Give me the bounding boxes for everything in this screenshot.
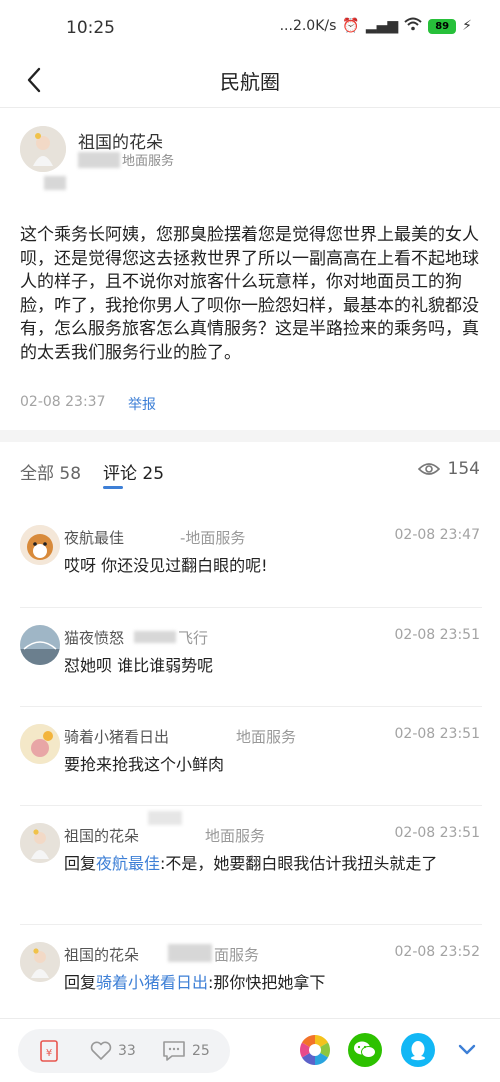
comment-text: 怼她呗 谁比谁弱势呢	[64, 656, 214, 675]
comment-text: 哎呀 你还没见过翻白眼的呢!	[64, 556, 268, 575]
active-tab-indicator	[103, 486, 123, 489]
commenter-avatar[interactable]	[20, 942, 60, 982]
wechat-icon	[354, 1041, 376, 1058]
commenter-name[interactable]: 祖国的花朵	[64, 825, 139, 846]
commenter-avatar[interactable]	[20, 525, 60, 565]
signal-icon: ▂▄▆	[365, 18, 399, 34]
comment-count: 25	[192, 1043, 210, 1059]
commenter-tag: 面服务	[214, 946, 260, 964]
commenter-name[interactable]: 祖国的花朵	[64, 944, 139, 965]
action-pill: ¥ 33 25	[18, 1029, 230, 1073]
reply-prefix: 回复	[64, 973, 97, 992]
heart-icon	[90, 1041, 112, 1060]
wifi-icon	[404, 17, 422, 35]
comment-timestamp: 02-08 23:52	[394, 944, 480, 960]
tab-all[interactable]: 全部 58	[20, 459, 81, 484]
share-qq-button[interactable]	[401, 1033, 435, 1067]
moments-icon	[299, 1035, 331, 1065]
svg-text:¥: ¥	[46, 1048, 52, 1059]
comment-text: 回复夜航最佳:不是，她要翻白眼我估计我扭头就走了	[64, 853, 482, 875]
commenter-tag: 飞行	[178, 629, 209, 647]
author-tag: 地面服务	[122, 154, 175, 169]
commenter-name[interactable]: 猫夜愤怒	[64, 627, 124, 648]
status-bar: 10:25 ...2.0K/s ⏰ ▂▄▆ 89 ⚡	[0, 0, 500, 52]
nav-bar: 民航圈	[0, 52, 500, 108]
report-link[interactable]: 举报	[128, 394, 156, 414]
red-envelope-icon: ¥	[40, 1040, 58, 1062]
view-count: 154	[417, 459, 480, 479]
status-time: 10:25	[66, 18, 115, 38]
redacted-block	[44, 176, 66, 190]
share-moments-button[interactable]	[298, 1033, 332, 1067]
mention-link[interactable]: 骑着小猪看日出	[96, 973, 208, 992]
comment-text: 要抢来抢我这个小鲜肉	[64, 755, 225, 774]
comment-button[interactable]: 25	[162, 1029, 210, 1073]
reply-body: :那你快把她拿下	[208, 973, 326, 992]
commenter-avatar[interactable]	[20, 724, 60, 764]
commenter-tag: 地面服务	[205, 827, 266, 845]
author-avatar[interactable]	[20, 126, 66, 172]
comment-divider	[20, 607, 482, 608]
battery-indicator: 89	[428, 18, 457, 34]
like-count: 33	[118, 1043, 136, 1059]
comment-divider	[20, 924, 482, 925]
commenter-avatar[interactable]	[20, 625, 60, 665]
bottom-action-bar: ¥ 33 25	[0, 1018, 500, 1082]
commenter-name[interactable]: 骑着小猪看日出	[64, 726, 169, 747]
share-wechat-button[interactable]	[348, 1033, 382, 1067]
redacted-block	[148, 811, 182, 825]
comment-timestamp: 02-08 23:51	[394, 627, 480, 643]
post-body: 这个乘务长阿姨，您那臭脸摆着您是觉得您世界上最美的女人呗，还是觉得您这去拯救世界…	[20, 225, 479, 363]
tab-comments[interactable]: 评论 25	[103, 459, 164, 484]
comment-timestamp: 02-08 23:47	[394, 527, 480, 543]
section-divider	[0, 430, 500, 442]
page-title: 民航圈	[220, 70, 280, 94]
network-speed: ...2.0K/s	[279, 18, 337, 34]
comment-tabs: 全部 58 评论 25 154	[0, 442, 500, 496]
redacted-block	[134, 631, 176, 643]
commenter-tag: -地面服务	[180, 529, 246, 547]
reply-prefix: 回复	[64, 854, 97, 873]
commenter-tag: 地面服务	[236, 728, 297, 746]
post-card: 祖国的花朵 地面服务 这个乘务长阿姨，您那臭脸摆着您是觉得您世界上最美的女人呗，…	[0, 108, 500, 428]
comment-timestamp: 02-08 23:51	[394, 726, 480, 742]
alarm-icon: ⏰	[342, 18, 360, 34]
comment-bubble-icon	[163, 1041, 185, 1061]
comment-divider	[20, 706, 482, 707]
comment-text: 回复骑着小猪看日出:那你快把她拿下	[64, 972, 482, 994]
redacted-block	[78, 152, 120, 168]
comment-timestamp: 02-08 23:51	[394, 825, 480, 841]
commenter-name[interactable]: 夜航最佳	[64, 527, 124, 548]
comment-divider	[20, 805, 482, 806]
mention-link[interactable]: 夜航最佳	[96, 854, 160, 873]
status-indicators: ...2.0K/s ⏰ ▂▄▆ 89 ⚡	[280, 17, 472, 35]
qq-icon	[411, 1041, 425, 1061]
gift-button[interactable]: ¥	[40, 1029, 58, 1073]
view-count-value: 154	[447, 459, 480, 479]
more-share-button[interactable]	[450, 1033, 484, 1067]
chevron-down-icon	[458, 1044, 476, 1055]
charging-icon: ⚡	[462, 18, 472, 34]
commenter-avatar[interactable]	[20, 823, 60, 863]
redacted-block	[168, 944, 212, 962]
eye-icon	[417, 463, 440, 475]
like-button[interactable]: 33	[90, 1029, 136, 1073]
reply-body: :不是，她要翻白眼我估计我扭头就走了	[160, 854, 438, 873]
post-timestamp: 02-08 23:37	[20, 394, 106, 410]
